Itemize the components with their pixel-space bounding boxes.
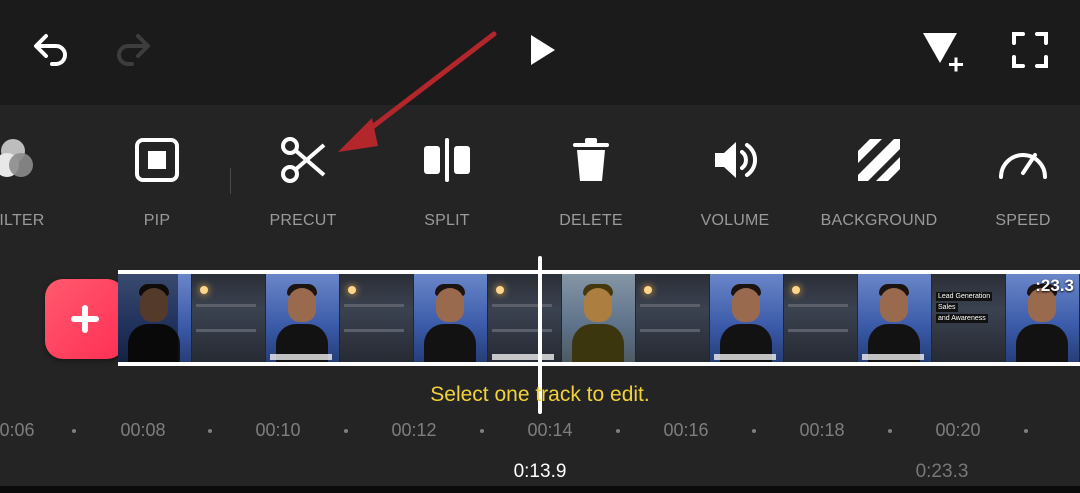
video-track[interactable]: Lead Generation Sales and Awareness [118,270,1080,366]
end-time: 0:23.3 [915,461,969,482]
filter-icon [0,130,47,190]
video-frame [192,274,266,362]
tool-pip[interactable]: PIP [92,130,222,240]
video-frame [266,274,340,362]
edit-hint: Select one track to edit. [430,383,650,406]
ruler-dot [344,429,348,433]
ruler-tick: 00:20 [935,420,981,440]
tool-delete-label: DELETE [559,212,623,229]
ruler-tick: 00:16 [663,420,709,440]
video-frames: Lead Generation Sales and Awareness [118,274,1080,362]
ruler-tick: 00:14 [527,420,573,440]
tool-speed-label: SPEED [995,212,1051,229]
plus-icon [71,305,99,333]
bottom-edge [0,486,1080,493]
video-frame [710,274,784,362]
ruler-dot [72,429,76,433]
ruler-dot [888,429,892,433]
tool-delete[interactable]: DELETE [526,130,656,240]
ruler-dot [480,429,484,433]
tool-speed[interactable]: SPEED [958,130,1080,240]
add-clip-button[interactable] [45,279,125,359]
tool-filter-label: FILTER [0,212,45,229]
play-icon[interactable] [524,30,560,70]
redo-icon[interactable] [112,30,156,70]
current-time: 0:13.9 [513,461,567,482]
video-frame: Lead Generation Sales and Awareness [932,274,1006,362]
tool-precut-label: PRECUT [269,212,337,229]
frame-text-overlay: Lead Generation Sales and Awareness [936,292,993,323]
tool-filter[interactable]: FILTER [0,130,82,240]
speed-icon [995,130,1051,190]
ruler-tick: 00:18 [799,420,845,440]
ruler-dot [616,429,620,433]
track-start-shade [118,274,178,362]
ruler-dot [752,429,756,433]
ruler-tick: 00:08 [120,420,166,440]
ruler-tick: 00:10 [255,420,301,440]
volume-icon [711,130,759,190]
video-frame [414,274,488,362]
ruler-dot [208,429,212,433]
undo-icon[interactable] [28,30,72,70]
video-frame [636,274,710,362]
video-frame [562,274,636,362]
background-icon [856,130,902,190]
video-frame [488,274,562,362]
split-icon [422,130,472,190]
tool-precut[interactable]: PRECUT [238,130,368,240]
tool-split[interactable]: SPLIT [382,130,512,240]
video-frame [858,274,932,362]
tool-background-label: BACKGROUND [820,212,938,229]
ruler-dot [1024,429,1028,433]
tool-separator [230,168,231,194]
video-frame [340,274,414,362]
video-frame [784,274,858,362]
pip-icon [133,130,181,190]
scissors-icon [278,130,328,190]
tool-volume-label: VOLUME [700,212,770,229]
fullscreen-icon[interactable] [1008,30,1052,70]
ruler-tick: 00:12 [391,420,437,440]
add-filter-icon[interactable] [918,28,968,76]
tool-volume[interactable]: VOLUME [670,130,800,240]
ruler-tick: 00:06 [0,420,35,440]
tool-pip-label: PIP [143,212,171,229]
tool-split-label: SPLIT [424,212,470,229]
tool-background[interactable]: BACKGROUND [814,130,944,240]
trash-icon [571,130,611,190]
clip-duration-badge: :23.3 [1035,276,1074,295]
